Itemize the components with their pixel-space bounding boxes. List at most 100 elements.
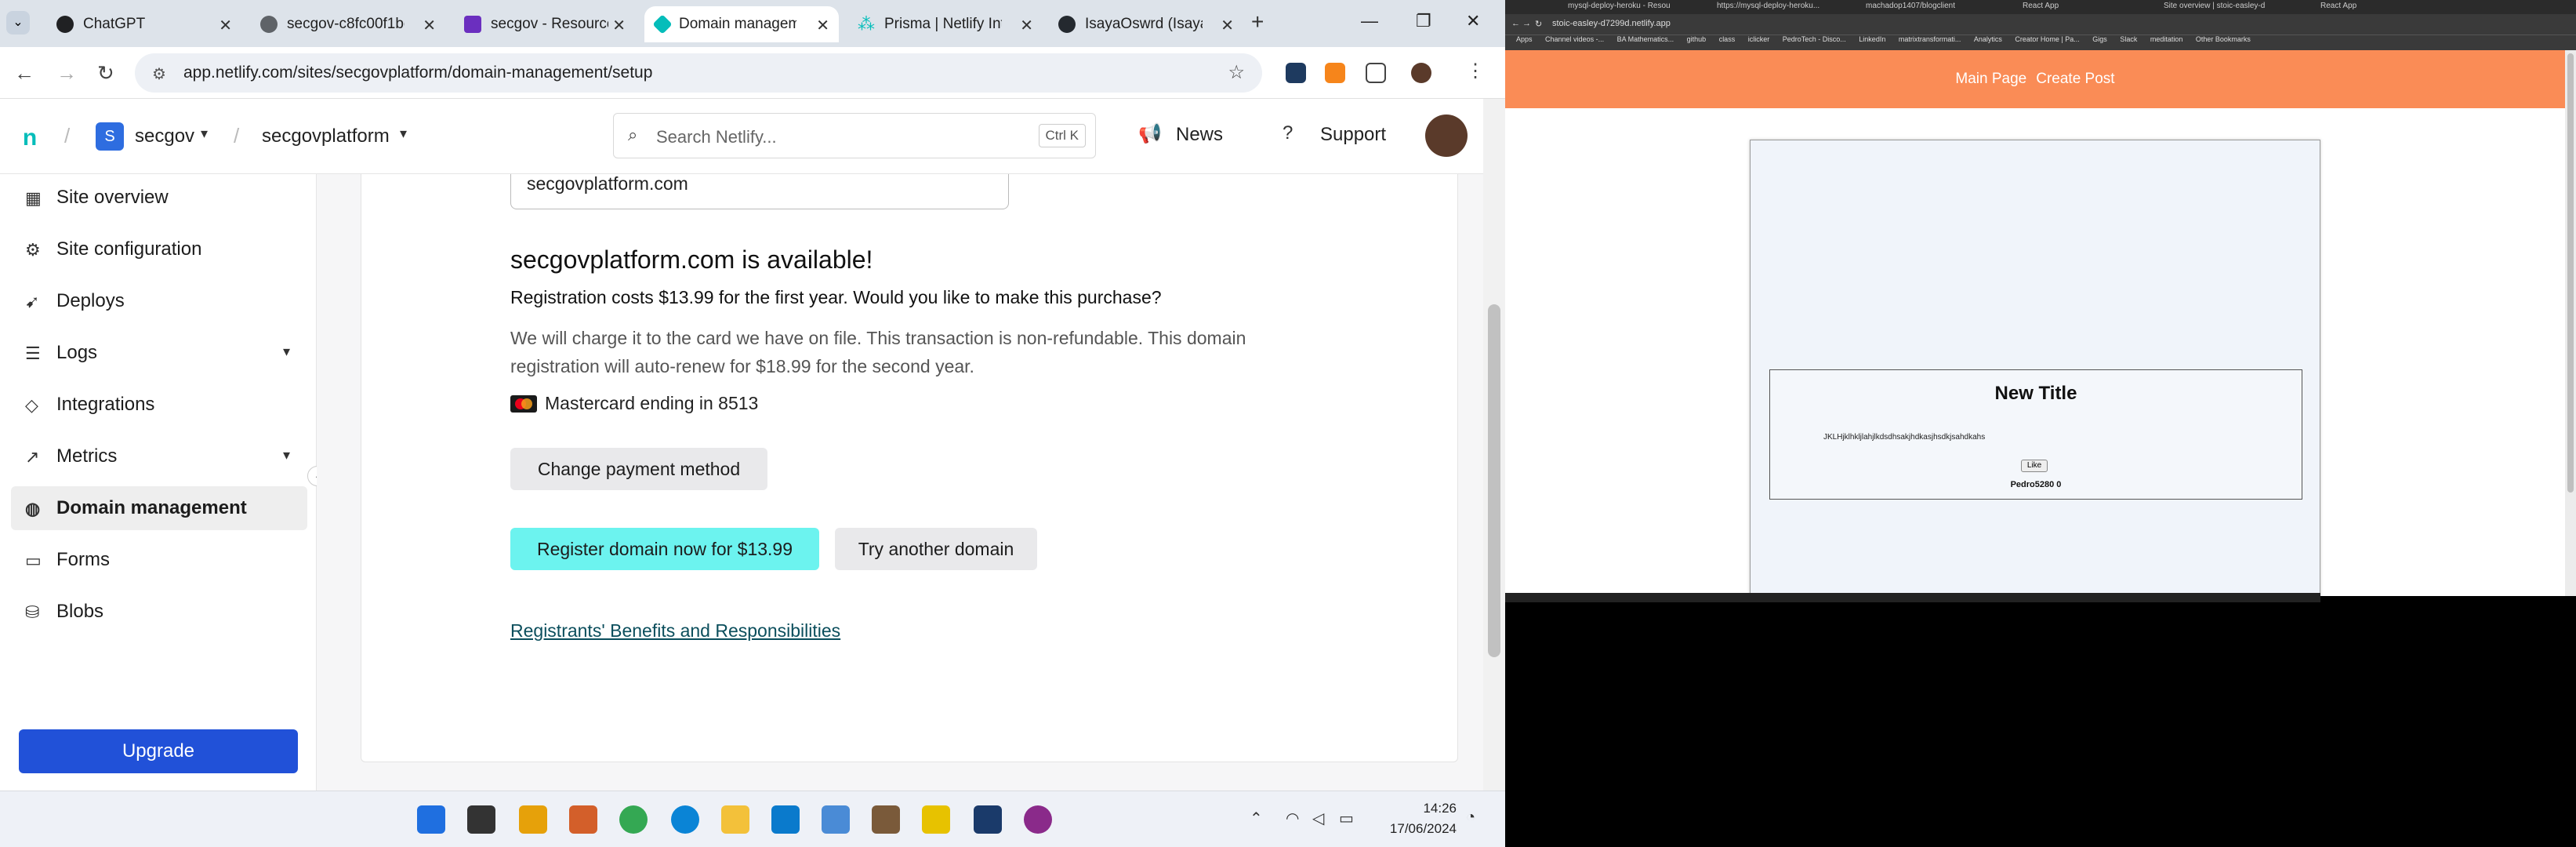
close-icon[interactable]: ✕ bbox=[612, 16, 626, 35]
clock-date[interactable]: 17/06/2024 bbox=[1380, 821, 1457, 837]
upgrade-button[interactable]: Upgrade bbox=[19, 729, 298, 773]
try-another-domain-button[interactable]: Try another domain bbox=[835, 528, 1037, 570]
bookmark-item[interactable]: class bbox=[1719, 35, 1736, 43]
site-name[interactable]: secgovplatform bbox=[262, 125, 390, 147]
tray-chevron-icon[interactable]: ⌃ bbox=[1250, 809, 1263, 828]
right-tab[interactable]: React App bbox=[2320, 2, 2415, 13]
search-app-icon[interactable] bbox=[519, 805, 547, 834]
sidebar-item-blobs[interactable]: ⛁ Blobs bbox=[11, 590, 307, 634]
reload-icon[interactable]: ↻ bbox=[97, 61, 114, 85]
bookmark-item[interactable]: Analytics bbox=[1974, 35, 2002, 43]
create-post-link[interactable]: Create Post bbox=[2036, 71, 2114, 88]
vscode-icon[interactable] bbox=[771, 805, 800, 834]
bookmark-item[interactable]: Slack bbox=[2120, 35, 2137, 43]
scrollbar-thumb[interactable] bbox=[1488, 304, 1500, 657]
tab-secgov-resources[interactable]: secgov - Resources ✕ bbox=[453, 6, 635, 42]
sidebar-item-site-configuration[interactable]: ⚙ Site configuration bbox=[11, 227, 307, 271]
bookmark-item[interactable]: LinkedIn bbox=[1859, 35, 1885, 43]
close-icon[interactable]: ✕ bbox=[1221, 16, 1234, 35]
file-explorer-icon[interactable] bbox=[721, 805, 749, 834]
user-avatar[interactable] bbox=[1425, 115, 1468, 157]
tab-prisma-netlify[interactable]: ⁂ Prisma | Netlify Int ✕ bbox=[847, 6, 1043, 42]
sidebar-item-integrations[interactable]: ◇ Integrations bbox=[11, 383, 307, 427]
bookmark-star-icon[interactable]: ☆ bbox=[1228, 61, 1245, 84]
sidebar-item-domain-management[interactable]: ◍ Domain management bbox=[11, 486, 307, 530]
bookmark-item[interactable]: Apps bbox=[1516, 35, 1533, 43]
forward-icon[interactable]: → bbox=[1522, 19, 1531, 28]
bookmark-item[interactable]: iclicker bbox=[1748, 35, 1770, 43]
change-payment-button[interactable]: Change payment method bbox=[510, 448, 767, 490]
close-icon[interactable]: ✕ bbox=[219, 16, 232, 35]
bookmark-item[interactable]: matrixtransformati... bbox=[1899, 35, 1961, 43]
app-icon[interactable] bbox=[974, 805, 1002, 834]
restore-icon[interactable]: ❐ bbox=[1416, 11, 1431, 31]
edge-icon[interactable] bbox=[671, 805, 699, 834]
app-icon[interactable] bbox=[822, 805, 850, 834]
reload-icon[interactable]: ↻ bbox=[1535, 19, 1542, 29]
minimize-icon[interactable]: — bbox=[1361, 11, 1378, 31]
team-name[interactable]: secgov bbox=[135, 125, 194, 147]
back-icon[interactable]: ← bbox=[14, 61, 34, 85]
clock-time[interactable]: 14:26 bbox=[1380, 801, 1457, 816]
register-domain-button[interactable]: Register domain now for $13.99 bbox=[510, 528, 819, 570]
app-icon[interactable] bbox=[922, 805, 950, 834]
bookmark-item[interactable]: PedroTech - Disco... bbox=[1783, 35, 1846, 43]
bookmark-item[interactable]: github bbox=[1687, 35, 1707, 43]
bookmark-item[interactable]: meditation bbox=[2150, 35, 2183, 43]
back-icon[interactable]: ← bbox=[1511, 19, 1520, 28]
right-tab[interactable]: https://mysql-deploy-heroku... bbox=[1717, 2, 1834, 13]
main-page-link[interactable]: Main Page bbox=[1955, 71, 2026, 88]
extensions-icon[interactable] bbox=[1366, 63, 1386, 83]
close-icon[interactable]: ✕ bbox=[816, 16, 829, 35]
new-tab-icon[interactable]: + bbox=[1251, 9, 1264, 35]
post-card[interactable]: New Title JKLHjklhkljlahjlkdsdhsakjhdkas… bbox=[1769, 369, 2302, 500]
like-button[interactable]: Like bbox=[2021, 460, 2048, 472]
chevron-down-icon[interactable]: ▾ bbox=[400, 125, 407, 142]
profile-avatar[interactable] bbox=[1411, 63, 1431, 83]
browser-menu-icon[interactable]: ⋮ bbox=[1466, 60, 1485, 82]
right-url-bar[interactable]: stoic-easley-d7299d.netlify.app bbox=[1552, 19, 2415, 31]
news-link[interactable]: News bbox=[1176, 124, 1223, 146]
netlify-logo-icon[interactable]: n bbox=[14, 122, 45, 154]
notifications-icon[interactable]: ◔ bbox=[1466, 809, 1475, 827]
task-view-icon[interactable] bbox=[467, 805, 495, 834]
battery-icon[interactable]: ▭ bbox=[1339, 809, 1354, 828]
benefits-link[interactable]: Registrants' Benefits and Responsibiliti… bbox=[510, 620, 840, 642]
close-icon[interactable]: ✕ bbox=[423, 16, 436, 35]
bookmark-item[interactable]: Creator Home | Pa... bbox=[2015, 35, 2079, 43]
bookmark-item[interactable]: Channel videos -... bbox=[1545, 35, 1604, 43]
sidebar-item-metrics[interactable]: ↗ Metrics ▾ bbox=[11, 434, 307, 478]
metamask-icon[interactable] bbox=[1325, 63, 1345, 83]
right-tab[interactable]: React App bbox=[2023, 2, 2117, 13]
close-icon[interactable]: ✕ bbox=[1020, 16, 1033, 35]
page-scrollbar[interactable] bbox=[1483, 99, 1505, 794]
right-tab[interactable]: Site overview | stoic-easley-d bbox=[2164, 2, 2281, 13]
forward-icon[interactable]: → bbox=[56, 61, 77, 85]
app-icon[interactable] bbox=[569, 805, 597, 834]
team-avatar[interactable]: S bbox=[96, 122, 124, 151]
react-devtools-icon[interactable] bbox=[1286, 63, 1306, 83]
wifi-icon[interactable]: ◠ bbox=[1286, 809, 1299, 828]
sidebar-item-logs[interactable]: ☰ Logs ▾ bbox=[11, 331, 307, 375]
tab-chatgpt[interactable]: ChatGPT ✕ bbox=[45, 6, 241, 42]
app-icon[interactable] bbox=[872, 805, 900, 834]
support-link[interactable]: Support bbox=[1320, 124, 1386, 146]
right-scrollbar[interactable] bbox=[2565, 50, 2576, 596]
bookmark-item[interactable]: Other Bookmarks bbox=[2196, 35, 2251, 43]
volume-icon[interactable]: ◁ bbox=[1312, 809, 1324, 828]
site-info-icon[interactable]: ⚙ bbox=[152, 64, 166, 84]
sidebar-item-forms[interactable]: ▭ Forms bbox=[11, 538, 307, 582]
bookmark-item[interactable]: BA Mathematics... bbox=[1617, 35, 1674, 43]
tab-search-chevron-icon[interactable]: ⌄ bbox=[6, 11, 30, 35]
sidebar-item-deploys[interactable]: ➹ Deploys bbox=[11, 279, 307, 323]
right-tab[interactable]: machadop1407/blogclient bbox=[1866, 2, 1983, 13]
tab-isaya-github[interactable]: IsayaOswrd (Isaya ✕ bbox=[1047, 6, 1243, 42]
close-window-icon[interactable]: ✕ bbox=[1466, 11, 1480, 31]
tab-secgov-deploy[interactable]: secgov-c8fc00f1bc ✕ bbox=[249, 6, 445, 42]
search-input[interactable]: ⌕ Search Netlify... Ctrl K bbox=[613, 113, 1096, 158]
url-bar[interactable]: ⚙ app.netlify.com/sites/secgovplatform/d… bbox=[135, 53, 1262, 93]
right-tab[interactable]: mysql-deploy-heroku - Resou bbox=[1568, 2, 1685, 13]
chrome-icon[interactable] bbox=[619, 805, 648, 834]
scrollbar-thumb[interactable] bbox=[2567, 53, 2574, 493]
chevron-down-icon[interactable]: ▾ bbox=[201, 125, 208, 142]
